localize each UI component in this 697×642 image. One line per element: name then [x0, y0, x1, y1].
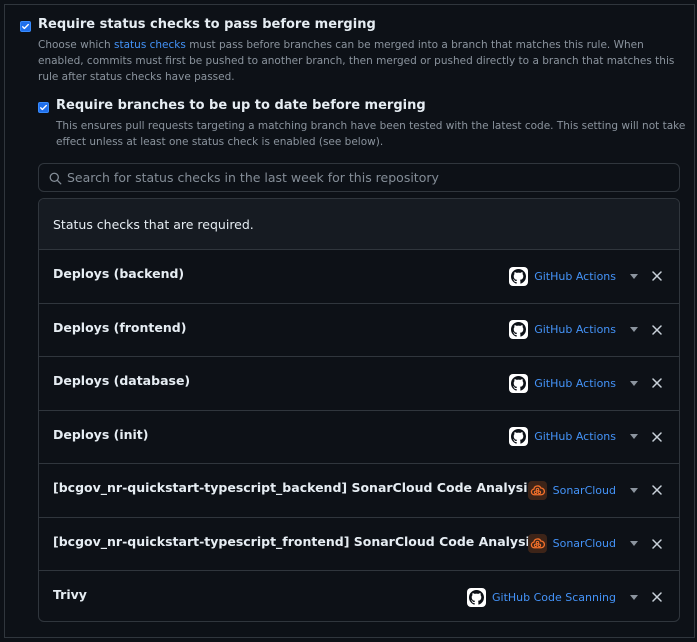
status-check-name: Deploys (frontend)	[53, 319, 187, 335]
caret-down-icon[interactable]	[629, 539, 639, 549]
status-check-row: Trivy GitHub Code Scanning	[39, 571, 679, 621]
close-icon	[652, 378, 662, 388]
app-link[interactable]: SonarCloud	[553, 537, 616, 550]
close-icon	[652, 431, 662, 442]
require-up-to-date-checkbox[interactable]	[38, 102, 49, 113]
panel-header-text: Status checks that are required.	[53, 216, 254, 232]
status-check-name: [bcgov_nr-quickstart-typescript_backend]…	[53, 480, 535, 495]
github-icon	[509, 266, 529, 286]
status-checks-link[interactable]: status checks	[114, 39, 186, 51]
description-text-before: Choose which	[38, 39, 115, 51]
status-check-row: Deploys (frontend) GitHub Actions	[39, 304, 679, 357]
require-up-to-date-title[interactable]: Require branches to be up to date before…	[56, 98, 426, 113]
status-check-row: Deploys (init) GitHub Actions	[39, 411, 679, 464]
status-check-name: Deploys (init)	[53, 426, 149, 442]
app-link[interactable]: GitHub Actions	[534, 270, 616, 283]
checkmark-icon	[40, 104, 47, 111]
github-icon	[509, 320, 529, 339]
status-check-row: Deploys (backend) GitHub Actions	[39, 250, 679, 304]
status-check-row: [bcgov_nr-quickstart-typescript_backend]…	[39, 464, 679, 518]
close-icon	[652, 592, 662, 602]
caret-down-icon[interactable]	[629, 485, 639, 495]
search-input[interactable]	[67, 164, 667, 191]
caret-down-icon[interactable]	[629, 432, 639, 442]
app-link[interactable]: GitHub Actions	[534, 430, 616, 443]
close-icon	[652, 324, 662, 335]
sonarcloud-icon	[527, 534, 547, 553]
remove-check-button[interactable]	[651, 377, 663, 389]
panel-header: Status checks that are required.	[39, 199, 679, 250]
app-link[interactable]: GitHub Actions	[534, 377, 616, 390]
remove-check-button[interactable]	[651, 484, 663, 496]
caret-down-icon[interactable]	[629, 325, 639, 335]
status-check-name: Deploys (database)	[53, 373, 191, 388]
caret-down-icon[interactable]	[629, 592, 639, 602]
app-link[interactable]: GitHub Actions	[534, 323, 616, 336]
github-icon	[467, 587, 486, 607]
status-check-name: [bcgov_nr-quickstart-typescript_frontend…	[53, 533, 538, 549]
caret-down-icon[interactable]	[629, 378, 639, 388]
status-check-name: Deploys (backend)	[53, 266, 185, 281]
status-check-search	[38, 163, 680, 192]
checkmark-icon	[22, 23, 29, 30]
github-icon	[509, 427, 529, 446]
app-link[interactable]: SonarCloud	[553, 484, 616, 497]
sonarcloud-icon	[527, 480, 547, 500]
github-icon	[509, 373, 529, 393]
remove-check-button[interactable]	[651, 538, 663, 550]
remove-check-button[interactable]	[651, 270, 663, 282]
require-status-checks-checkbox[interactable]	[20, 21, 31, 32]
app-link[interactable]: GitHub Code Scanning	[492, 591, 616, 604]
close-icon	[652, 538, 662, 549]
status-check-name: Trivy	[53, 587, 87, 602]
caret-down-icon[interactable]	[629, 271, 639, 281]
required-status-checks-panel: Status checks that are required. Deploys…	[38, 198, 680, 622]
status-check-row: Deploys (database) GitHub Actions	[39, 357, 679, 411]
remove-check-button[interactable]	[651, 431, 663, 443]
status-check-row: [bcgov_nr-quickstart-typescript_frontend…	[39, 518, 679, 571]
remove-check-button[interactable]	[651, 591, 663, 603]
remove-check-button[interactable]	[651, 324, 663, 336]
search-icon	[49, 172, 62, 185]
require-status-checks-description: Choose which status checks must pass bef…	[38, 37, 688, 85]
close-icon	[652, 271, 662, 281]
require-status-checks-title[interactable]: Require status checks to pass before mer…	[38, 17, 376, 32]
require-up-to-date-description: This ensures pull requests targeting a m…	[56, 120, 686, 148]
close-icon	[652, 485, 662, 495]
